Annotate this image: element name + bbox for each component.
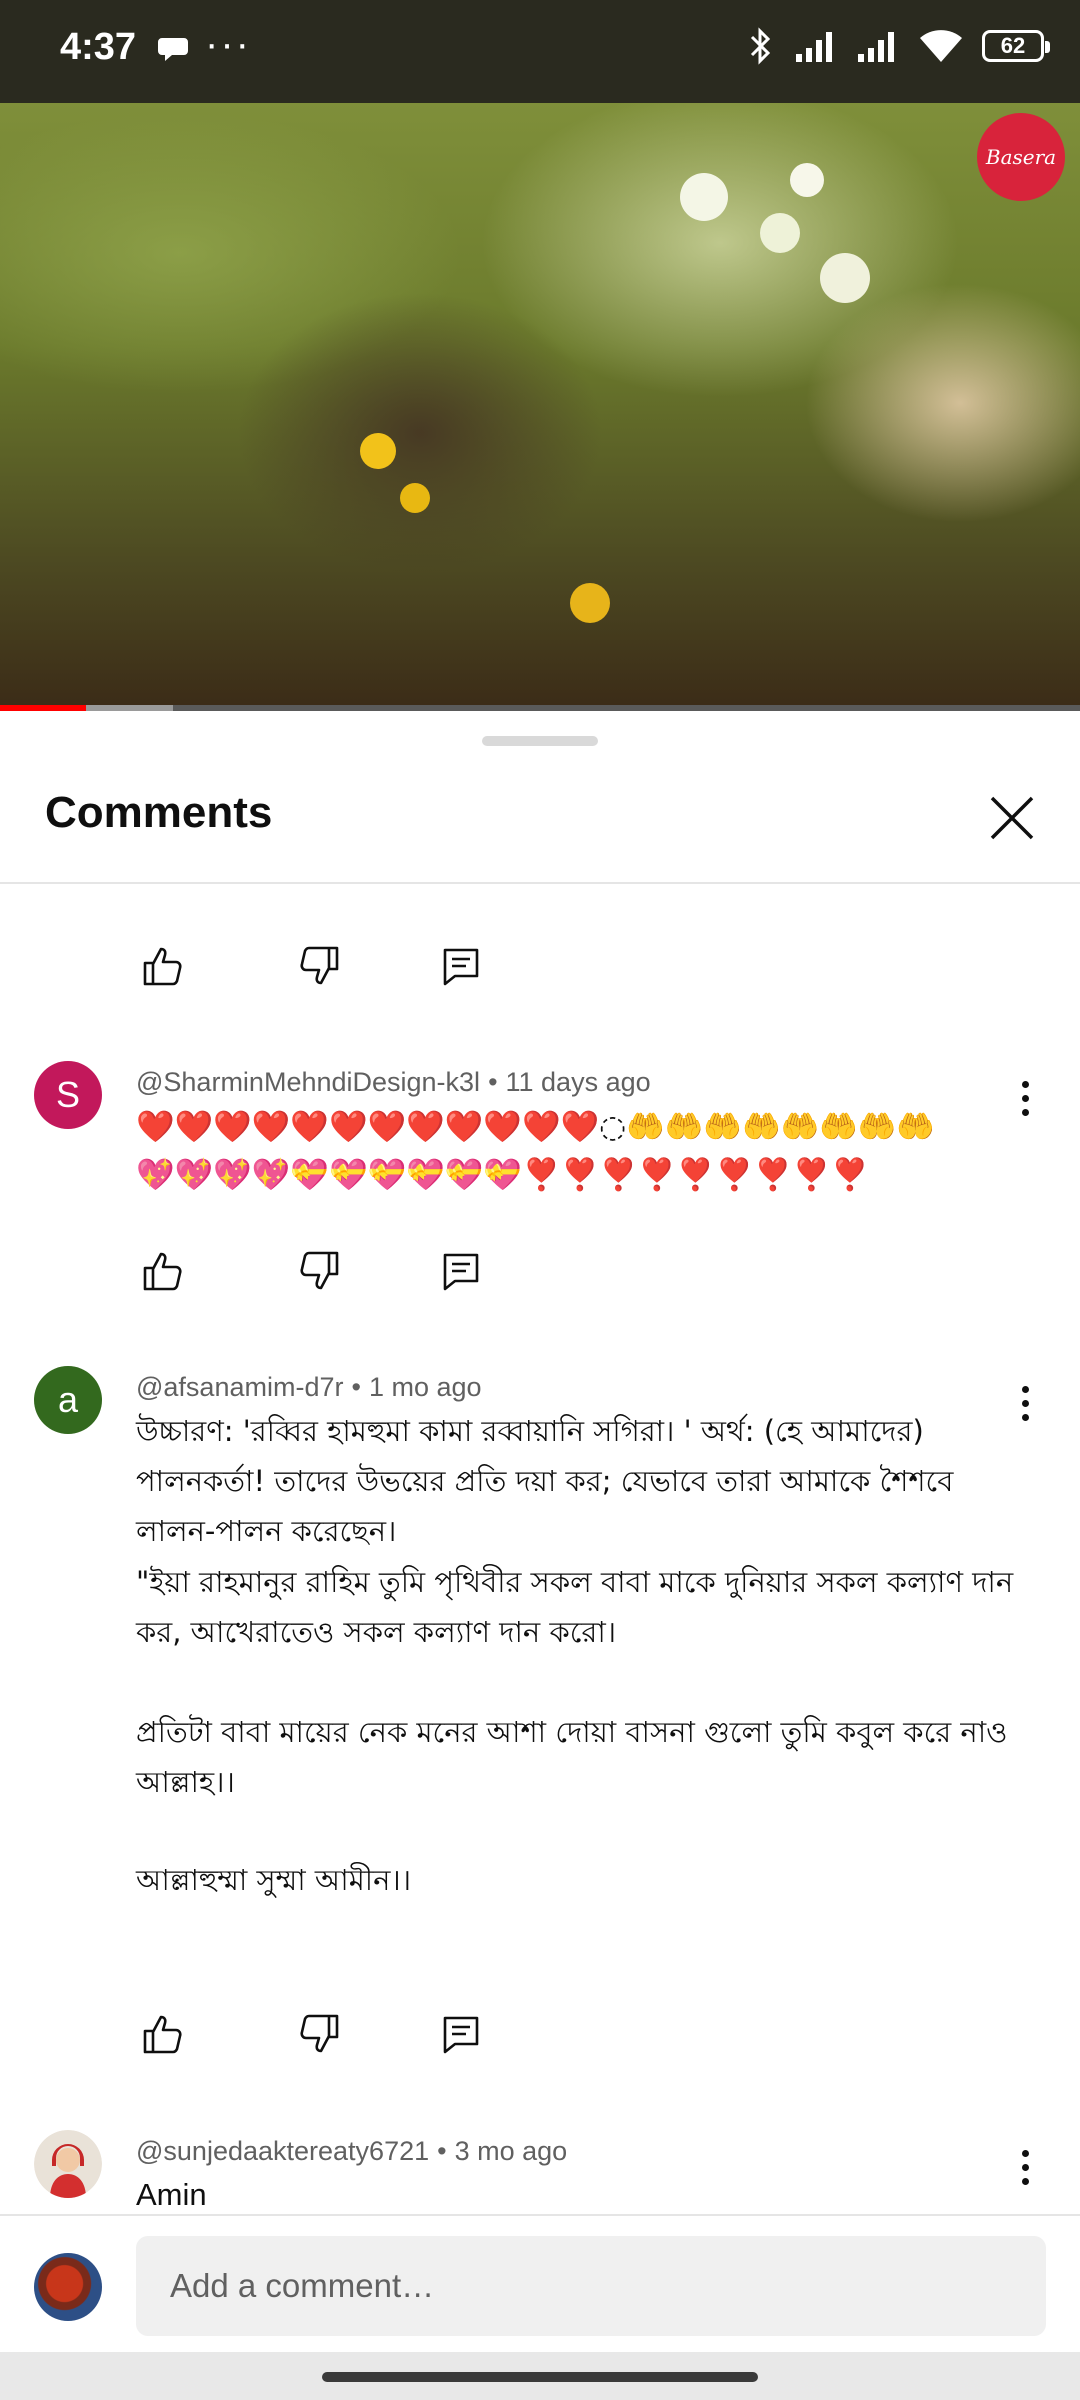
comment-text-line: ❤️❤️❤️❤️❤️❤️❤️❤️❤️❤️❤️❤️◌🤲🤲🤲🤲🤲🤲🤲🤲 <box>136 1109 936 1145</box>
drag-handle[interactable] <box>482 736 598 746</box>
comment-author[interactable]: @afsanamim-d7r <box>136 1372 343 1402</box>
reply-button[interactable] <box>431 936 491 996</box>
comment-author[interactable]: @SharminMehndiDesign-k3l <box>136 1067 480 1097</box>
like-button[interactable] <box>133 2004 193 2064</box>
comment-age: 11 days ago <box>505 1067 651 1097</box>
avatar-letter: S <box>55 1074 80 1115</box>
system-nav-bar <box>0 2352 1080 2400</box>
thumbs-up-icon <box>143 2015 182 2054</box>
more-options-icon[interactable] <box>1018 1081 1032 1116</box>
video-frame-detail <box>680 173 728 221</box>
comment-paragraph: "ইয়া রাহমানুর রাহিম তুমি পৃথিবীর সকল বা… <box>136 1565 1014 1649</box>
comment-meta: @afsanamim-d7r • 1 mo ago <box>136 1372 482 1402</box>
channel-logo[interactable]: Basera <box>977 113 1065 201</box>
comment-actions <box>133 1241 491 1301</box>
dislike-button[interactable] <box>289 1241 349 1301</box>
divider <box>0 2214 1080 2216</box>
status-time: 4:37 <box>60 26 137 68</box>
comment-paragraph: উচ্চারণ: 'রব্বির হামহুমা কামা রব্বায়ানি… <box>136 1414 954 1548</box>
more-options-icon[interactable] <box>1018 2150 1032 2185</box>
reply-button[interactable] <box>431 1241 491 1301</box>
comment-text-line: 💖💖💖💖💝💝💝💝💝💝❣️❣️❣️❣️❣️❣️❣️❣️❣️ <box>136 1157 870 1193</box>
thumbs-down-icon <box>300 1251 339 1290</box>
reply-icon <box>443 1253 479 1291</box>
avatar[interactable] <box>34 2130 102 2198</box>
avatar-letter: a <box>57 1379 79 1420</box>
avatar[interactable]: a <box>34 1366 102 1434</box>
like-button[interactable] <box>133 936 193 996</box>
sheet-title: Comments <box>45 788 273 837</box>
chat-bubble-icon <box>158 38 188 61</box>
dislike-button[interactable] <box>289 2004 349 2064</box>
comments-sheet: Comments S @SharminMehndiDesign-k3l • 11 d… <box>0 712 1080 2400</box>
reply-icon <box>443 2016 479 2054</box>
video-frame-detail <box>570 583 610 623</box>
video-frame-detail <box>790 163 824 197</box>
home-gesture-bar[interactable] <box>322 2372 758 2382</box>
my-avatar[interactable] <box>34 2253 102 2321</box>
video-progress-bar[interactable] <box>0 705 1080 711</box>
thumbs-up-icon <box>143 947 182 986</box>
signal-icon-2 <box>858 32 894 62</box>
thumbs-down-icon <box>300 2014 339 2053</box>
channel-logo-text: Basera <box>985 145 1057 169</box>
video-frame-detail <box>360 433 396 469</box>
comment-actions <box>133 936 491 996</box>
comment-meta: @SharminMehndiDesign-k3l • 11 days ago <box>136 1067 651 1097</box>
comment-paragraph: প্রতিটা বাবা মায়ের নেক মনের আশা দোয়া ব… <box>136 1715 1008 1799</box>
thumbs-up-icon <box>143 1252 182 1291</box>
video-frame-detail <box>400 483 430 513</box>
reply-button[interactable] <box>431 2004 491 2064</box>
avatar[interactable]: S <box>34 1061 102 1129</box>
wifi-icon <box>920 30 962 62</box>
more-notifications-icon: ··· <box>205 22 251 66</box>
close-icon[interactable] <box>982 788 1042 848</box>
bluetooth-icon <box>750 27 771 65</box>
comments-list[interactable]: S @SharminMehndiDesign-k3l • 11 days ago ❤… <box>0 884 1080 2214</box>
signal-icon-1 <box>796 32 832 62</box>
dislike-button[interactable] <box>289 936 349 996</box>
comment-author[interactable]: @sunjedaaktereaty6721 <box>136 2136 429 2166</box>
battery-indicator: 62 <box>982 30 1050 62</box>
video-frame-detail <box>820 253 870 303</box>
video-frame-detail <box>760 213 800 253</box>
battery-level: 62 <box>1000 33 1026 58</box>
comment-paragraph: আল্লাহুম্মা সুম্মা আমীন।। <box>136 1863 412 1897</box>
video-player[interactable]: Basera <box>0 103 1080 711</box>
more-options-icon[interactable] <box>1018 1386 1032 1421</box>
comment-meta: @sunjedaaktereaty6721 • 3 mo ago <box>136 2136 568 2166</box>
comment-text: Amin <box>136 2177 207 2212</box>
thumbs-down-icon <box>300 946 339 985</box>
progress-played <box>0 705 87 711</box>
comment-actions <box>133 2004 491 2064</box>
add-comment-placeholder: Add a comment… <box>170 2267 435 2304</box>
like-button[interactable] <box>133 1241 193 1301</box>
status-bar: 4:37 ··· 62 <box>0 0 1080 103</box>
add-comment-input[interactable]: Add a comment… <box>136 2236 1046 2336</box>
comment-age: 3 mo ago <box>454 2136 568 2166</box>
comment-age: 1 mo ago <box>368 1372 482 1402</box>
reply-icon <box>443 948 479 986</box>
